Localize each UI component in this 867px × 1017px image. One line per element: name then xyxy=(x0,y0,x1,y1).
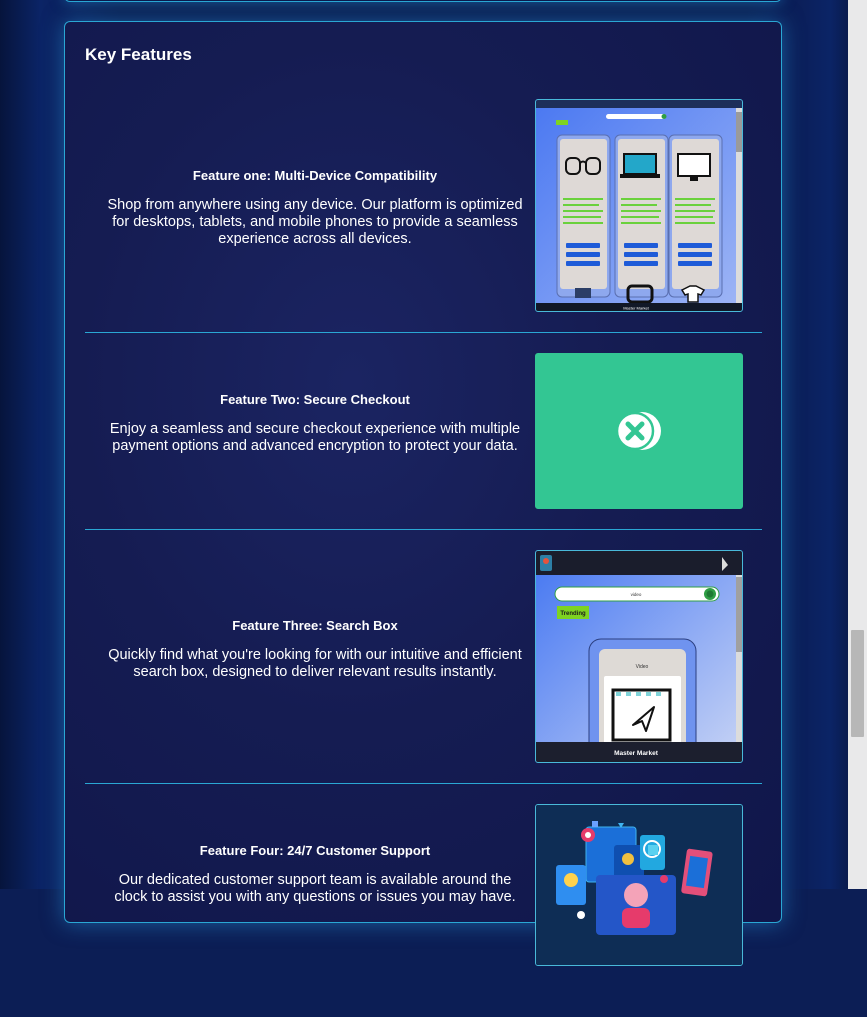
previous-section-card xyxy=(64,0,782,2)
image-trending-label: Trending xyxy=(560,611,586,617)
feature-title: Feature Four: 24/7 Customer Support xyxy=(199,843,431,858)
image-search-text: video xyxy=(631,592,642,597)
feature-image-secure-checkout xyxy=(535,353,743,509)
scrollbar-thumb[interactable] xyxy=(851,630,864,737)
feature-description: Quickly find what you're looking for wit… xyxy=(108,647,522,680)
image-footer-label: Master Market xyxy=(614,750,659,757)
page-scrollbar[interactable] xyxy=(848,0,867,889)
image-footer-label: Master Market xyxy=(623,306,649,311)
feature-image-multi-device: Master Market xyxy=(535,99,743,312)
feature-item-multi-device: Feature one: Multi-Device Compatibility … xyxy=(85,98,762,312)
feature-item-search-box: Feature Three: Search Box Quickly find w… xyxy=(85,549,762,763)
feature-title: Feature one: Multi-Device Compatibility xyxy=(192,168,438,183)
feature-description: Shop from anywhere using any device. Our… xyxy=(107,197,523,247)
feature-divider xyxy=(85,529,762,530)
feature-image-search-box: video Trending Video Master Market xyxy=(535,550,743,763)
feature-image-customer-support xyxy=(535,804,743,966)
image-card-label: Video xyxy=(636,664,649,670)
feature-description: Enjoy a seamless and secure checkout exp… xyxy=(109,421,521,454)
key-features-card: Key Features Feature one: Multi-Device C… xyxy=(64,21,782,966)
multi-device-screenshot: Master Market xyxy=(536,100,742,311)
feature-title: Feature Three: Search Box xyxy=(232,618,398,633)
feature-divider xyxy=(85,332,762,333)
feature-title: Feature Two: Secure Checkout xyxy=(220,392,410,407)
customer-support-illustration xyxy=(536,805,742,965)
secure-checkout-icon xyxy=(615,411,661,451)
section-title: Key Features xyxy=(85,45,192,64)
feature-text: Feature Four: 24/7 Customer Support Our … xyxy=(101,843,529,906)
feature-text: Feature Two: Secure Checkout Enjoy a sea… xyxy=(101,392,529,455)
feature-item-secure-checkout: Feature Two: Secure Checkout Enjoy a sea… xyxy=(85,352,762,509)
search-box-screenshot: video Trending Video Master Market xyxy=(536,551,742,762)
feature-item-customer-support: Feature Four: 24/7 Customer Support Our … xyxy=(85,803,762,1017)
feature-text: Feature Three: Search Box Quickly find w… xyxy=(101,618,529,681)
feature-description: Our dedicated customer support team is a… xyxy=(114,872,516,905)
feature-divider xyxy=(85,783,762,784)
feature-text: Feature one: Multi-Device Compatibility … xyxy=(101,168,529,248)
